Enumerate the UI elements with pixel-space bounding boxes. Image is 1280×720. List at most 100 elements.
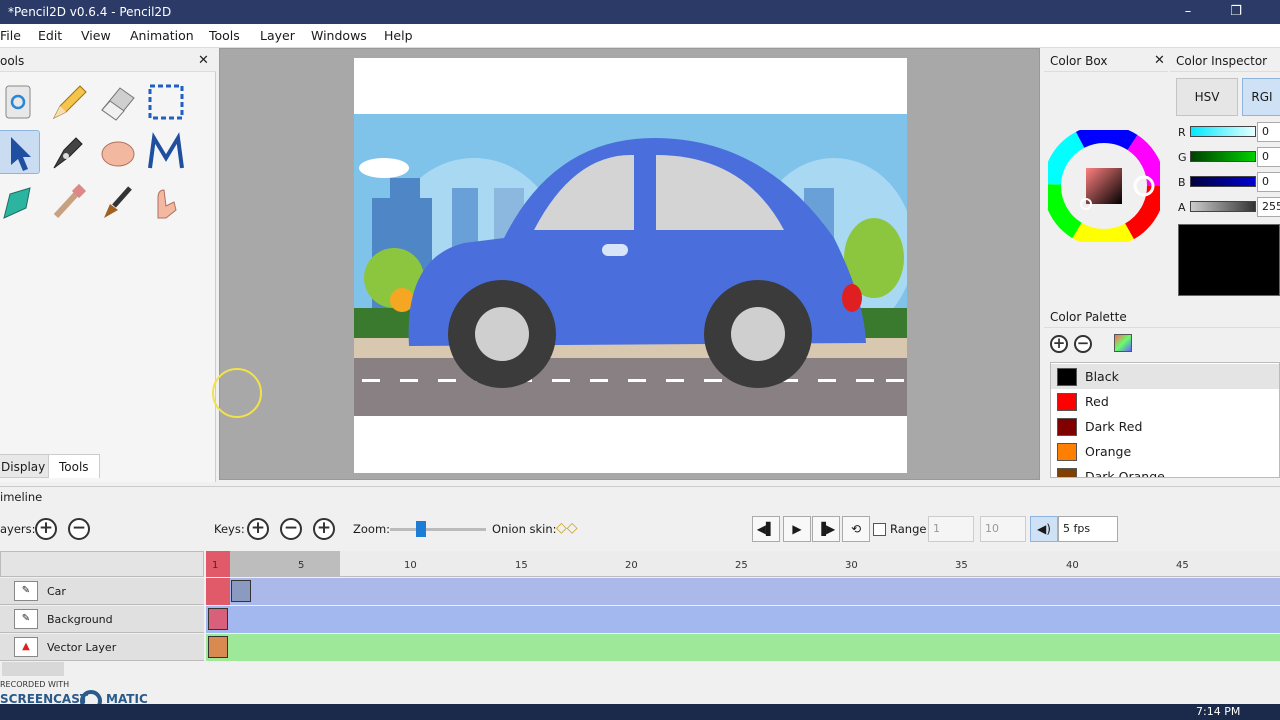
ruler-tick: 25 bbox=[735, 560, 748, 571]
remove-layer-button[interactable]: − bbox=[68, 518, 90, 540]
timeline-title: imeline bbox=[0, 490, 43, 504]
g-value[interactable]: 0 bbox=[1257, 147, 1280, 167]
tools-panel: ools ✕ Display Tools bbox=[0, 50, 216, 482]
keys-label: Keys: bbox=[214, 522, 245, 536]
keyframe[interactable] bbox=[231, 580, 251, 602]
frame-marker bbox=[206, 578, 230, 605]
select-icon[interactable] bbox=[144, 80, 188, 124]
ruler-tick: 1 bbox=[212, 560, 219, 571]
brush-icon[interactable] bbox=[96, 180, 140, 224]
menu-animation[interactable]: Animation bbox=[130, 28, 194, 43]
menu-view[interactable]: View bbox=[81, 28, 111, 43]
remove-color-button[interactable]: − bbox=[1074, 335, 1092, 353]
palette-item[interactable]: Orange bbox=[1051, 439, 1279, 464]
tab-tools[interactable]: Tools bbox=[48, 454, 100, 478]
onion-skin-icon[interactable]: ◇◇ bbox=[556, 520, 578, 536]
menu-file[interactable]: File bbox=[0, 28, 21, 43]
sound-icon[interactable]: ◀) bbox=[1030, 516, 1058, 542]
hand-icon[interactable] bbox=[96, 130, 140, 174]
ruler-tick: 10 bbox=[404, 560, 417, 571]
layers-label: ayers: bbox=[0, 522, 36, 536]
add-key-button[interactable]: + bbox=[247, 518, 269, 540]
clear-icon[interactable] bbox=[0, 80, 40, 124]
pointer-icon[interactable] bbox=[0, 130, 40, 174]
jump-end-button[interactable]: ▐▶ bbox=[812, 516, 840, 542]
window-title: *Pencil2D v0.6.4 - Pencil2D bbox=[8, 5, 172, 19]
range-end-input[interactable]: 10 bbox=[980, 516, 1026, 542]
range-start-input[interactable]: 1 bbox=[928, 516, 974, 542]
bucket-icon[interactable] bbox=[0, 180, 40, 224]
maximize-button[interactable]: ❐ bbox=[1226, 2, 1246, 22]
palette-item[interactable]: Dark Orange bbox=[1051, 464, 1279, 477]
jump-start-button[interactable]: ◀▌ bbox=[752, 516, 780, 542]
close-icon[interactable]: ✕ bbox=[198, 50, 209, 72]
layer-row-background[interactable]: ✎ Background bbox=[0, 606, 204, 633]
color-wheel[interactable] bbox=[1048, 130, 1160, 242]
ruler-tick: 45 bbox=[1176, 560, 1189, 571]
g-label: G bbox=[1178, 151, 1187, 164]
track-background[interactable] bbox=[206, 606, 1280, 633]
r-slider[interactable] bbox=[1190, 126, 1256, 137]
hsv-mode-button[interactable]: HSV bbox=[1176, 78, 1238, 116]
palette-swatch bbox=[1057, 418, 1077, 436]
menu-help[interactable]: Help bbox=[384, 28, 413, 43]
palette-view-icon[interactable] bbox=[1114, 334, 1132, 352]
smudge-icon[interactable] bbox=[144, 180, 188, 224]
ruler-tick: 40 bbox=[1066, 560, 1079, 571]
play-button[interactable]: ▶ bbox=[783, 516, 811, 542]
layer-header bbox=[0, 551, 204, 577]
menu-edit[interactable]: Edit bbox=[38, 28, 62, 43]
r-label: R bbox=[1178, 126, 1186, 139]
drawing-canvas[interactable] bbox=[219, 48, 1040, 480]
r-value[interactable]: 0 bbox=[1257, 122, 1280, 142]
eyedropper-icon[interactable] bbox=[46, 180, 90, 224]
pencil-icon[interactable] bbox=[46, 80, 90, 124]
menu-windows[interactable]: Windows bbox=[311, 28, 367, 43]
menu-tools[interactable]: Tools bbox=[209, 28, 240, 43]
a-slider[interactable] bbox=[1190, 201, 1256, 212]
b-slider[interactable] bbox=[1190, 176, 1256, 187]
minimize-button[interactable]: – bbox=[1178, 2, 1198, 22]
close-icon[interactable]: ✕ bbox=[1154, 50, 1165, 72]
zoom-slider[interactable] bbox=[390, 528, 486, 531]
eraser-icon[interactable] bbox=[96, 80, 140, 124]
menu-layer[interactable]: Layer bbox=[260, 28, 295, 43]
a-value[interactable]: 255 bbox=[1257, 197, 1280, 217]
g-slider[interactable] bbox=[1190, 151, 1256, 162]
rgb-mode-button[interactable]: RGI bbox=[1242, 78, 1280, 116]
b-value[interactable]: 0 bbox=[1257, 172, 1280, 192]
color-palette-title: Color Palette bbox=[1044, 306, 1280, 328]
loop-button[interactable]: ⟲ bbox=[842, 516, 870, 542]
add-color-button[interactable]: + bbox=[1050, 335, 1068, 353]
range-checkbox[interactable] bbox=[873, 523, 886, 536]
timeline-scrollbar[interactable] bbox=[2, 662, 64, 676]
polyline-icon[interactable] bbox=[144, 130, 188, 174]
zoom-slider-handle[interactable] bbox=[416, 521, 426, 537]
palette-item[interactable]: Red bbox=[1051, 389, 1279, 414]
fps-input[interactable]: 5 fps bbox=[1058, 516, 1118, 542]
palette-swatch bbox=[1057, 443, 1077, 461]
range-label: Range bbox=[890, 522, 927, 536]
palette-list: Black Red Dark Red Orange Dark Orange bbox=[1050, 362, 1280, 478]
vector-layer-icon: ✎ bbox=[14, 609, 38, 629]
ruler-tick: 20 bbox=[625, 560, 638, 571]
remove-key-button[interactable]: − bbox=[280, 518, 302, 540]
pen-icon[interactable] bbox=[46, 130, 90, 174]
vector-layer-icon: ▲ bbox=[14, 637, 38, 657]
layer-row-car[interactable]: ✎ Car bbox=[0, 578, 204, 605]
vector-layer-icon: ✎ bbox=[14, 581, 38, 601]
keyframe[interactable] bbox=[208, 636, 228, 658]
duplicate-key-button[interactable]: + bbox=[313, 518, 335, 540]
cursor-highlight bbox=[212, 368, 262, 418]
palette-swatch bbox=[1057, 468, 1077, 477]
palette-item[interactable]: Dark Red bbox=[1051, 414, 1279, 439]
tools-panel-title: ools ✕ bbox=[0, 50, 216, 72]
layer-row-vector-layer[interactable]: ▲ Vector Layer bbox=[0, 634, 204, 661]
palette-item[interactable]: Black bbox=[1051, 364, 1279, 389]
track-vector-layer[interactable] bbox=[206, 634, 1280, 661]
add-layer-button[interactable]: + bbox=[35, 518, 57, 540]
taskbar: 7:14 PM bbox=[0, 704, 1280, 720]
canvas-paper[interactable] bbox=[354, 58, 914, 473]
track-car[interactable] bbox=[206, 578, 1280, 605]
keyframe[interactable] bbox=[208, 608, 228, 630]
